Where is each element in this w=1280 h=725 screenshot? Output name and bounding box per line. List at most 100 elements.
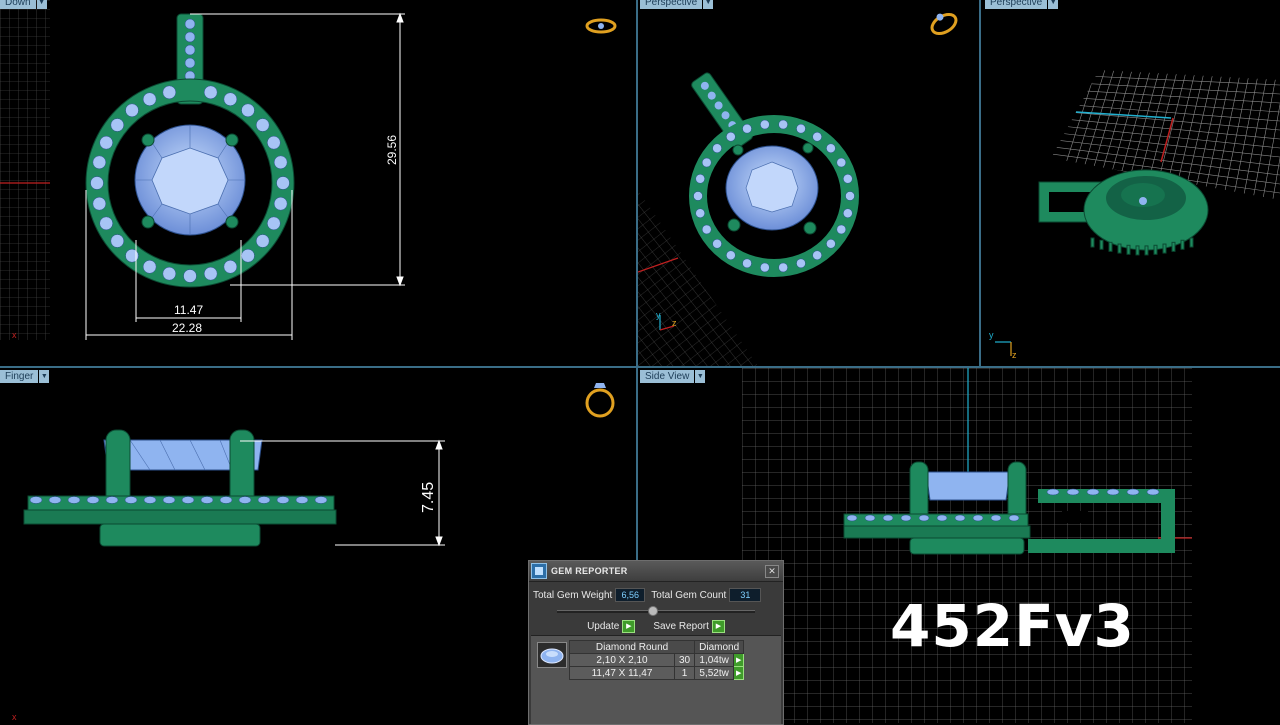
viewport-divider-horizontal[interactable] bbox=[0, 366, 1280, 368]
halo-stone bbox=[972, 514, 984, 522]
gallery-post bbox=[1099, 239, 1104, 250]
halo-stone bbox=[273, 155, 288, 170]
gem-reporter-actions: Update ▶ Save Report ▶ bbox=[529, 620, 783, 633]
grid-line bbox=[1051, 100, 1280, 122]
ring-nav-icon[interactable] bbox=[927, 8, 959, 38]
halo-stone bbox=[223, 260, 238, 274]
viewport-label-finger-text: Finger bbox=[0, 370, 39, 383]
halo-stone bbox=[314, 496, 328, 504]
halo-stone bbox=[219, 496, 233, 504]
viewport-perspective-1-scene: y z bbox=[638, 8, 959, 366]
grid-line bbox=[1051, 135, 1280, 167]
viewport-perspective-1[interactable]: y z Perspective ▼ bbox=[638, 0, 979, 366]
viewport-divider-vertical-2[interactable] bbox=[979, 0, 981, 366]
gallery-post bbox=[1153, 244, 1158, 255]
halo-stone bbox=[92, 196, 107, 211]
slider-knob[interactable] bbox=[648, 606, 658, 616]
gem-reporter-title: GEM REPORTER bbox=[551, 566, 628, 576]
gem-reporter-panel: GEM REPORTER ✕ Total Gem Weight 6,56 Tot… bbox=[528, 560, 784, 725]
halo-stone bbox=[29, 496, 43, 504]
grid-line bbox=[1051, 72, 1280, 86]
halo-stone bbox=[1066, 488, 1080, 496]
gallery-post bbox=[1144, 245, 1149, 256]
grid-line bbox=[1051, 93, 1280, 113]
viewport-label-perspective-2-text: Perspective bbox=[985, 0, 1048, 9]
halo-stone bbox=[203, 266, 218, 281]
halo-stone bbox=[760, 119, 770, 130]
axis-z-label: z bbox=[672, 318, 677, 328]
viewport-label-side[interactable]: Side View ▼ bbox=[640, 370, 706, 383]
halo-stone bbox=[267, 216, 281, 231]
save-report-button[interactable]: Save Report ▶ bbox=[653, 620, 725, 633]
halo-stone bbox=[110, 118, 125, 132]
chevron-down-icon[interactable]: ▼ bbox=[695, 370, 706, 383]
halo-stone bbox=[203, 85, 218, 100]
halo-stone bbox=[796, 123, 806, 134]
chevron-down-icon[interactable]: ▼ bbox=[1048, 0, 1059, 9]
dim-height-label: 29.56 bbox=[385, 135, 399, 165]
halo-stone bbox=[110, 234, 125, 248]
chevron-down-icon[interactable]: ▼ bbox=[703, 0, 714, 9]
play-icon[interactable]: ▶ bbox=[733, 666, 745, 680]
grid-line bbox=[1051, 70, 1280, 77]
halo-stone bbox=[142, 260, 157, 274]
halo-stone bbox=[276, 176, 290, 190]
halo-stone bbox=[712, 238, 722, 249]
gallery-post bbox=[1108, 241, 1113, 252]
close-icon[interactable]: ✕ bbox=[765, 564, 779, 578]
table-row[interactable]: 2,10 X 2,10 30 1,04tw ▶ bbox=[569, 653, 745, 667]
axis-y-label: y bbox=[989, 330, 994, 340]
dim-height-label: 7.45 bbox=[420, 482, 437, 513]
diamond-round-icon bbox=[537, 642, 567, 668]
halo-stone bbox=[864, 514, 876, 522]
viewport-down[interactable]: 29.56 11.47 22.28 x Down ▼ bbox=[0, 0, 636, 366]
gallery-post bbox=[1090, 237, 1095, 248]
halo-stone bbox=[1008, 514, 1020, 522]
halo-stone bbox=[836, 224, 847, 235]
model-code-label: 452Fv3 bbox=[890, 592, 1135, 660]
table-row[interactable]: 11,47 X 11,47 1 5,52tw ▶ bbox=[569, 666, 745, 680]
halo-stone bbox=[701, 157, 712, 168]
gem-reporter-slider[interactable] bbox=[557, 606, 755, 616]
gem-reporter-titlebar[interactable]: GEM REPORTER ✕ bbox=[529, 561, 783, 582]
halo-stone bbox=[701, 224, 712, 235]
halo-stone bbox=[836, 157, 847, 168]
halo-stone bbox=[255, 118, 270, 132]
halo-stone bbox=[826, 238, 836, 249]
halo-stone bbox=[812, 250, 822, 261]
halo-stone bbox=[918, 514, 930, 522]
gallery-post bbox=[1171, 241, 1176, 252]
play-icon[interactable]: ▶ bbox=[733, 653, 745, 667]
ring-nav-icon[interactable] bbox=[585, 383, 615, 418]
chevron-down-icon[interactable]: ▼ bbox=[36, 0, 47, 9]
viewport-label-down[interactable]: Down ▼ bbox=[0, 0, 47, 9]
halo-stone bbox=[742, 123, 752, 134]
halo-stone bbox=[695, 208, 705, 218]
play-icon[interactable]: ▶ bbox=[711, 620, 725, 633]
gallery-post bbox=[1135, 245, 1140, 256]
halo-stone bbox=[86, 496, 100, 504]
viewport-label-perspective-2[interactable]: Perspective ▼ bbox=[985, 0, 1059, 9]
viewport-perspective-2[interactable]: y z Perspective ▼ bbox=[981, 0, 1280, 366]
halo-stone bbox=[1126, 488, 1140, 496]
update-button-label: Update bbox=[587, 621, 620, 632]
gallery-post bbox=[1117, 243, 1122, 254]
halo-stone bbox=[125, 248, 139, 263]
total-gem-count-value: 31 bbox=[729, 588, 762, 602]
grid-line bbox=[1270, 70, 1280, 200]
grid-line bbox=[1051, 121, 1280, 149]
axis-x-label: x bbox=[12, 330, 17, 340]
play-icon[interactable]: ▶ bbox=[622, 620, 636, 633]
ring-nav-icon[interactable] bbox=[585, 18, 617, 34]
gem-list: Diamond Round Diamond 2,10 X 2,10 30 1,0… bbox=[531, 635, 781, 724]
viewport-perspective-2-scene: y z bbox=[989, 70, 1280, 360]
viewport-label-side-text: Side View bbox=[640, 370, 695, 383]
halo-stone bbox=[778, 262, 788, 273]
viewport-label-perspective-1[interactable]: Perspective ▼ bbox=[640, 0, 714, 9]
chevron-down-icon[interactable]: ▼ bbox=[39, 370, 50, 383]
halo-stone bbox=[125, 103, 139, 118]
viewport-label-finger[interactable]: Finger ▼ bbox=[0, 370, 50, 383]
gem-size-cell: 11,47 X 11,47 bbox=[569, 666, 675, 680]
halo-stone bbox=[796, 258, 806, 269]
update-button[interactable]: Update ▶ bbox=[587, 620, 636, 633]
